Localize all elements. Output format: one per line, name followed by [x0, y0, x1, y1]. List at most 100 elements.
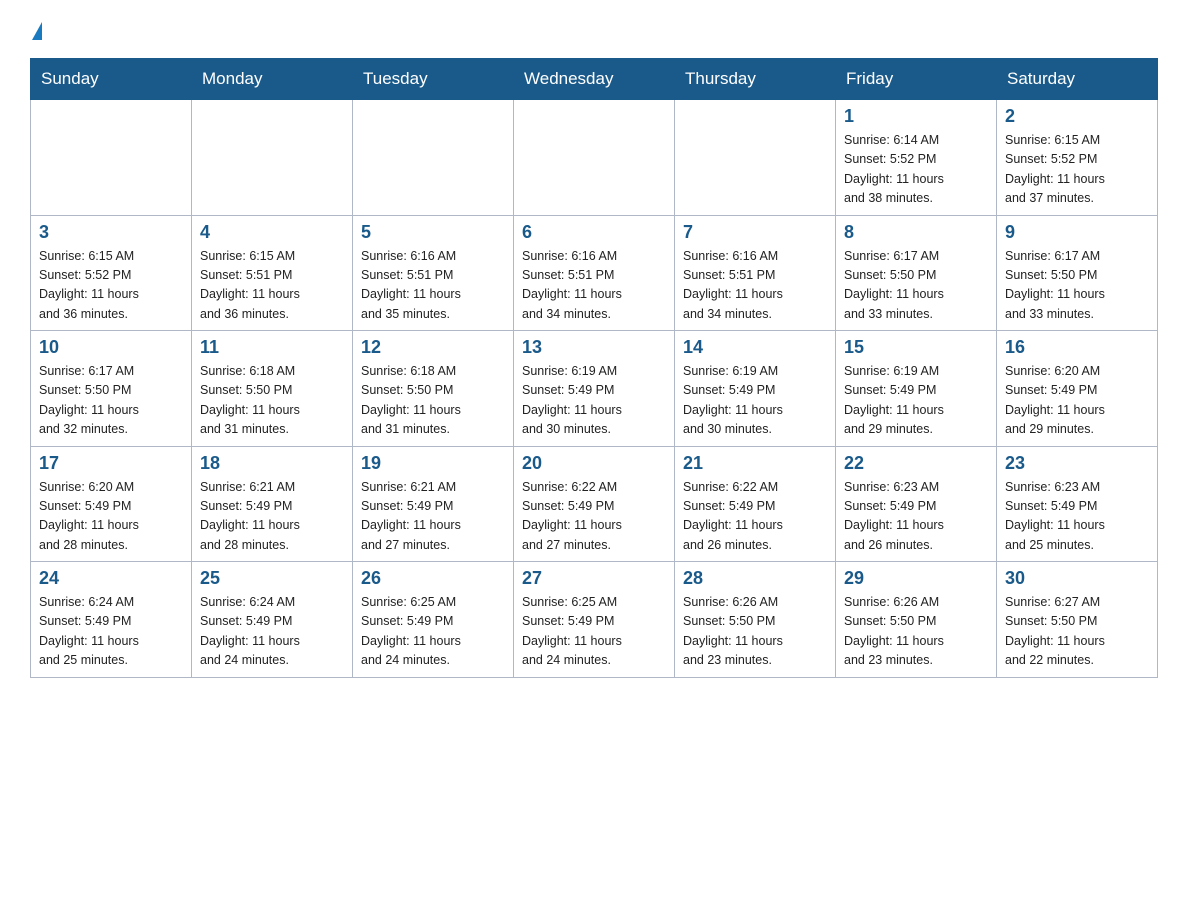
day-number: 28 — [683, 568, 827, 589]
day-info: Sunrise: 6:17 AM Sunset: 5:50 PM Dayligh… — [1005, 247, 1149, 325]
calendar-cell: 9 Sunrise: 6:17 AM Sunset: 5:50 PM Daylig… — [997, 215, 1158, 331]
calendar-cell: 8 Sunrise: 6:17 AM Sunset: 5:50 PM Daylig… — [836, 215, 997, 331]
weekday-header-row: SundayMondayTuesdayWednesdayThursdayFrid… — [31, 59, 1158, 100]
day-number: 27 — [522, 568, 666, 589]
calendar-cell: 3 Sunrise: 6:15 AM Sunset: 5:52 PM Daylig… — [31, 215, 192, 331]
day-info: Sunrise: 6:19 AM Sunset: 5:49 PM Dayligh… — [522, 362, 666, 440]
calendar-cell: 18 Sunrise: 6:21 AM Sunset: 5:49 PM Dayli… — [192, 446, 353, 562]
day-info: Sunrise: 6:24 AM Sunset: 5:49 PM Dayligh… — [200, 593, 344, 671]
calendar-cell: 13Sunrise: 6:19 AM Sunset: 5:49 PM Dayli… — [514, 331, 675, 447]
day-number: 12 — [361, 337, 505, 358]
day-info: Sunrise: 6:27 AM Sunset: 5:50 PM Dayligh… — [1005, 593, 1149, 671]
day-info: Sunrise: 6:25 AM Sunset: 5:49 PM Dayligh… — [522, 593, 666, 671]
day-number: 30 — [1005, 568, 1149, 589]
day-number: 3 — [39, 222, 183, 243]
logo-general-text — [30, 24, 42, 42]
day-info: Sunrise: 6:21 AM Sunset: 5:49 PM Dayligh… — [200, 478, 344, 556]
day-number: 26 — [361, 568, 505, 589]
calendar-cell: 26 Sunrise: 6:25 AM Sunset: 5:49 PM Dayli… — [353, 562, 514, 678]
day-info: Sunrise: 6:19 AM Sunset: 5:49 PM Dayligh… — [844, 362, 988, 440]
day-info: Sunrise: 6:15 AM Sunset: 5:52 PM Dayligh… — [1005, 131, 1149, 209]
day-info: Sunrise: 6:18 AM Sunset: 5:50 PM Dayligh… — [200, 362, 344, 440]
calendar-cell: 29Sunrise: 6:26 AM Sunset: 5:50 PM Dayli… — [836, 562, 997, 678]
day-info: Sunrise: 6:23 AM Sunset: 5:49 PM Dayligh… — [844, 478, 988, 556]
day-number: 8 — [844, 222, 988, 243]
day-number: 9 — [1005, 222, 1149, 243]
day-info: Sunrise: 6:21 AM Sunset: 5:49 PM Dayligh… — [361, 478, 505, 556]
calendar-cell: 1 Sunrise: 6:14 AM Sunset: 5:52 PM Daylig… — [836, 100, 997, 216]
day-number: 23 — [1005, 453, 1149, 474]
day-number: 14 — [683, 337, 827, 358]
calendar-cell: 7 Sunrise: 6:16 AM Sunset: 5:51 PM Daylig… — [675, 215, 836, 331]
calendar-table: SundayMondayTuesdayWednesdayThursdayFrid… — [30, 58, 1158, 678]
day-number: 4 — [200, 222, 344, 243]
weekday-header-monday: Monday — [192, 59, 353, 100]
calendar-cell — [353, 100, 514, 216]
day-info: Sunrise: 6:25 AM Sunset: 5:49 PM Dayligh… — [361, 593, 505, 671]
day-info: Sunrise: 6:22 AM Sunset: 5:49 PM Dayligh… — [683, 478, 827, 556]
calendar-cell: 28 Sunrise: 6:26 AM Sunset: 5:50 PM Dayli… — [675, 562, 836, 678]
day-info: Sunrise: 6:16 AM Sunset: 5:51 PM Dayligh… — [683, 247, 827, 325]
calendar-week-row: 1 Sunrise: 6:14 AM Sunset: 5:52 PM Daylig… — [31, 100, 1158, 216]
calendar-cell: 21 Sunrise: 6:22 AM Sunset: 5:49 PM Dayli… — [675, 446, 836, 562]
day-number: 22 — [844, 453, 988, 474]
day-number: 1 — [844, 106, 988, 127]
day-info: Sunrise: 6:24 AM Sunset: 5:49 PM Dayligh… — [39, 593, 183, 671]
calendar-cell: 30 Sunrise: 6:27 AM Sunset: 5:50 PM Dayli… — [997, 562, 1158, 678]
day-number: 24 — [39, 568, 183, 589]
day-number: 20 — [522, 453, 666, 474]
day-info: Sunrise: 6:16 AM Sunset: 5:51 PM Dayligh… — [522, 247, 666, 325]
weekday-header-saturday: Saturday — [997, 59, 1158, 100]
day-info: Sunrise: 6:14 AM Sunset: 5:52 PM Dayligh… — [844, 131, 988, 209]
day-number: 17 — [39, 453, 183, 474]
calendar-cell: 27 Sunrise: 6:25 AM Sunset: 5:49 PM Dayli… — [514, 562, 675, 678]
calendar-cell: 23 Sunrise: 6:23 AM Sunset: 5:49 PM Dayli… — [997, 446, 1158, 562]
calendar-cell: 11 Sunrise: 6:18 AM Sunset: 5:50 PM Dayli… — [192, 331, 353, 447]
day-number: 21 — [683, 453, 827, 474]
weekday-header-friday: Friday — [836, 59, 997, 100]
logo — [30, 20, 42, 42]
calendar-cell: 16 Sunrise: 6:20 AM Sunset: 5:49 PM Dayli… — [997, 331, 1158, 447]
day-info: Sunrise: 6:20 AM Sunset: 5:49 PM Dayligh… — [39, 478, 183, 556]
day-info: Sunrise: 6:16 AM Sunset: 5:51 PM Dayligh… — [361, 247, 505, 325]
day-number: 19 — [361, 453, 505, 474]
day-number: 7 — [683, 222, 827, 243]
calendar-week-row: 3 Sunrise: 6:15 AM Sunset: 5:52 PM Daylig… — [31, 215, 1158, 331]
day-info: Sunrise: 6:23 AM Sunset: 5:49 PM Dayligh… — [1005, 478, 1149, 556]
day-info: Sunrise: 6:22 AM Sunset: 5:49 PM Dayligh… — [522, 478, 666, 556]
weekday-header-tuesday: Tuesday — [353, 59, 514, 100]
calendar-cell: 20 Sunrise: 6:22 AM Sunset: 5:49 PM Dayli… — [514, 446, 675, 562]
calendar-cell: 24 Sunrise: 6:24 AM Sunset: 5:49 PM Dayli… — [31, 562, 192, 678]
day-info: Sunrise: 6:18 AM Sunset: 5:50 PM Dayligh… — [361, 362, 505, 440]
calendar-cell — [192, 100, 353, 216]
calendar-cell: 5Sunrise: 6:16 AM Sunset: 5:51 PM Daylig… — [353, 215, 514, 331]
calendar-cell: 15Sunrise: 6:19 AM Sunset: 5:49 PM Dayli… — [836, 331, 997, 447]
day-info: Sunrise: 6:19 AM Sunset: 5:49 PM Dayligh… — [683, 362, 827, 440]
day-info: Sunrise: 6:20 AM Sunset: 5:49 PM Dayligh… — [1005, 362, 1149, 440]
day-number: 11 — [200, 337, 344, 358]
calendar-cell: 25 Sunrise: 6:24 AM Sunset: 5:49 PM Dayli… — [192, 562, 353, 678]
day-info: Sunrise: 6:17 AM Sunset: 5:50 PM Dayligh… — [39, 362, 183, 440]
calendar-cell: 19 Sunrise: 6:21 AM Sunset: 5:49 PM Dayli… — [353, 446, 514, 562]
calendar-cell: 4Sunrise: 6:15 AM Sunset: 5:51 PM Daylig… — [192, 215, 353, 331]
calendar-cell: 2 Sunrise: 6:15 AM Sunset: 5:52 PM Daylig… — [997, 100, 1158, 216]
calendar-cell: 12 Sunrise: 6:18 AM Sunset: 5:50 PM Dayli… — [353, 331, 514, 447]
day-info: Sunrise: 6:15 AM Sunset: 5:52 PM Dayligh… — [39, 247, 183, 325]
calendar-cell: 6 Sunrise: 6:16 AM Sunset: 5:51 PM Daylig… — [514, 215, 675, 331]
day-number: 25 — [200, 568, 344, 589]
calendar-week-row: 17 Sunrise: 6:20 AM Sunset: 5:49 PM Dayli… — [31, 446, 1158, 562]
calendar-cell — [31, 100, 192, 216]
calendar-cell: 17 Sunrise: 6:20 AM Sunset: 5:49 PM Dayli… — [31, 446, 192, 562]
day-info: Sunrise: 6:26 AM Sunset: 5:50 PM Dayligh… — [683, 593, 827, 671]
day-number: 6 — [522, 222, 666, 243]
day-number: 16 — [1005, 337, 1149, 358]
calendar-cell — [514, 100, 675, 216]
calendar-cell: 14 Sunrise: 6:19 AM Sunset: 5:49 PM Dayli… — [675, 331, 836, 447]
day-number: 10 — [39, 337, 183, 358]
logo-arrow-icon — [32, 22, 42, 40]
day-number: 2 — [1005, 106, 1149, 127]
calendar-cell: 22 Sunrise: 6:23 AM Sunset: 5:49 PM Dayli… — [836, 446, 997, 562]
calendar-week-row: 10 Sunrise: 6:17 AM Sunset: 5:50 PM Dayli… — [31, 331, 1158, 447]
day-info: Sunrise: 6:17 AM Sunset: 5:50 PM Dayligh… — [844, 247, 988, 325]
day-number: 18 — [200, 453, 344, 474]
